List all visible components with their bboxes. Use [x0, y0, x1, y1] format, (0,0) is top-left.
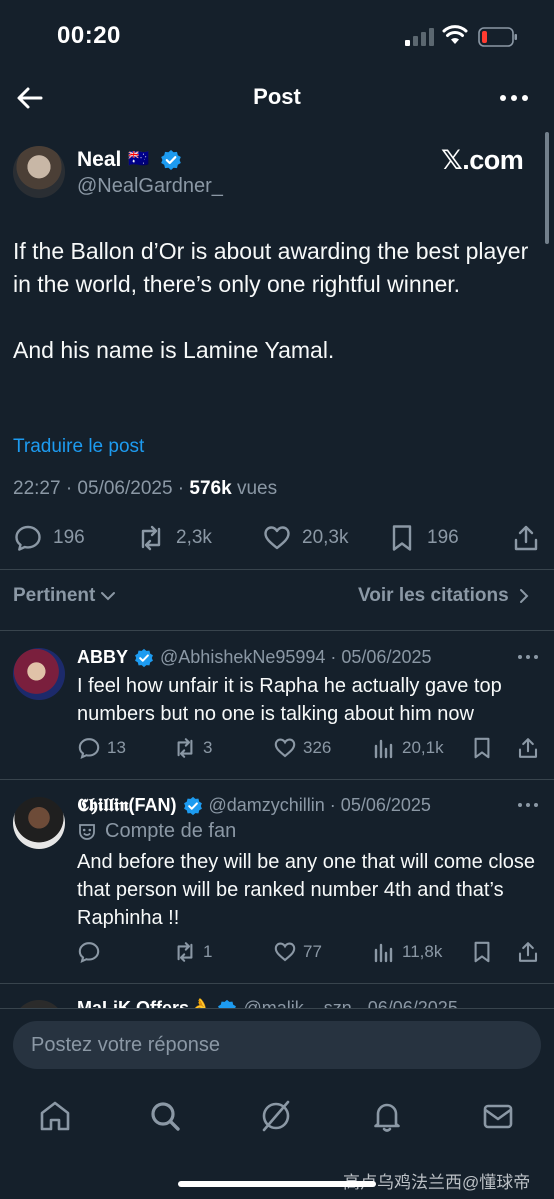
grok-icon[interactable]	[258, 1098, 294, 1134]
repost-icon	[177, 738, 193, 758]
page-title: Post	[253, 84, 301, 109]
views-action[interactable]: 11,8k	[372, 940, 442, 964]
translate-post-link[interactable]: Traduire le post	[13, 436, 144, 458]
repost-action[interactable]: 3	[173, 736, 212, 760]
divider	[0, 1008, 554, 1009]
home-icon[interactable]	[37, 1098, 73, 1134]
repost-action[interactable]: 1	[173, 940, 212, 964]
author-avatar[interactable]	[13, 146, 65, 198]
post-timestamp: 22:27 · 05/06/2025 ·	[13, 478, 185, 499]
post-paragraph: If the Ballon d’Or is about awarding the…	[13, 238, 529, 297]
like-action[interactable]: 20,3k	[262, 523, 348, 553]
home-indicator[interactable]	[178, 1181, 376, 1187]
divider	[0, 630, 554, 631]
share-icon[interactable]	[516, 736, 540, 760]
more-options-icon[interactable]	[517, 802, 539, 808]
verified-badge-icon	[161, 150, 181, 170]
view-quotes-link[interactable]: Voir les citations	[358, 585, 531, 607]
author-name[interactable]: Neal	[77, 148, 121, 172]
share-icon[interactable]	[516, 940, 540, 964]
repost-count: 2,3k	[176, 527, 212, 548]
reply-icon	[78, 942, 100, 964]
bookmark-icon	[392, 525, 412, 551]
share-icon	[514, 525, 538, 551]
status-time: 00:20	[57, 22, 121, 49]
like-action[interactable]: 77	[273, 940, 322, 964]
fan-account-label: Compte de fan	[105, 820, 237, 842]
divider	[0, 983, 554, 984]
post-meta: 22:27 · 05/06/2025 · 576k vues	[13, 478, 277, 500]
reply-author-name[interactable]: 𝕮𝖍𝖎𝖑𝖑𝖎𝖓(FAN)	[77, 795, 177, 816]
wifi-icon	[442, 25, 468, 44]
notifications-icon[interactable]	[369, 1098, 405, 1134]
reply-handle-date[interactable]: @AbhishekNe95994 · 05/06/2025	[160, 647, 431, 668]
x-watermark: 𝕏.com	[441, 145, 524, 175]
reply-count: 13	[107, 738, 126, 757]
view-quotes-label: Voir les citations	[358, 585, 509, 606]
reply-action[interactable]: 13	[77, 736, 126, 760]
like-action[interactable]: 326	[273, 736, 331, 760]
chevron-down-icon	[101, 592, 116, 601]
repost-count: 1	[203, 942, 213, 961]
scrollbar[interactable]	[545, 132, 549, 244]
author-handle[interactable]: @NealGardner_	[77, 175, 223, 198]
reply-input[interactable]	[13, 1021, 541, 1069]
repost-icon	[141, 525, 161, 551]
more-options-icon[interactable]	[517, 654, 539, 660]
bookmark-icon[interactable]	[470, 940, 494, 964]
battery-low-icon	[478, 27, 517, 47]
repost-icon	[177, 942, 193, 962]
views-count: 576k	[189, 478, 232, 499]
bookmark-action[interactable]: 196	[387, 523, 459, 553]
verified-badge-icon	[183, 796, 202, 815]
reply-header: 𝕮𝖍𝖎𝖑𝖑𝖎𝖓(FAN) @damzychillin · 05/06/2025	[77, 795, 431, 816]
views-action[interactable]: 20,1k	[372, 736, 444, 760]
like-count: 77	[303, 942, 322, 961]
repost-count: 3	[203, 738, 213, 757]
reply-avatar[interactable]	[13, 797, 65, 849]
reply-author-name[interactable]: ABBY	[77, 647, 128, 668]
reply-avatar[interactable]	[13, 648, 65, 700]
reply-header: ABBY @AbhishekNe95994 · 05/06/2025	[77, 647, 431, 668]
analytics-icon	[374, 739, 393, 759]
reply-text: And before they will be any one that wil…	[77, 851, 536, 929]
views-label: vues	[236, 478, 278, 499]
reply-icon	[15, 525, 41, 551]
like-count: 20,3k	[302, 527, 349, 548]
like-count: 326	[303, 738, 332, 757]
reply-count: 196	[53, 527, 85, 548]
repost-action[interactable]: 2,3k	[136, 523, 212, 553]
post-paragraph: And his name is Lamine Yamal.	[13, 337, 335, 363]
more-options-icon[interactable]	[498, 88, 530, 108]
views-count: 20,1k	[402, 738, 444, 757]
theater-mask-icon	[79, 823, 95, 840]
bookmark-icon[interactable]	[470, 736, 494, 760]
reply-action[interactable]: 196	[13, 523, 85, 553]
share-action[interactable]	[511, 523, 541, 553]
views-count: 11,8k	[402, 942, 443, 961]
reply-handle-date[interactable]: @damzychillin · 05/06/2025	[209, 795, 431, 816]
post-text: If the Ballon d’Or is about awarding the…	[13, 235, 533, 400]
divider	[0, 779, 554, 780]
fan-account-badge: Compte de fan	[77, 820, 236, 843]
heart-icon	[274, 942, 296, 962]
sort-label: Pertinent	[13, 585, 96, 606]
search-icon[interactable]	[147, 1098, 183, 1134]
analytics-icon	[374, 943, 393, 963]
reply-icon	[78, 738, 100, 760]
heart-icon	[264, 526, 290, 550]
chevron-right-icon	[519, 589, 529, 603]
divider	[0, 569, 554, 570]
sort-dropdown[interactable]: Pertinent	[13, 585, 117, 607]
author-flag: 🇦🇺	[128, 149, 150, 168]
reply-action[interactable]	[77, 940, 107, 964]
reply-text: I feel how unfair it is Rapha he actuall…	[77, 675, 502, 725]
messages-icon[interactable]	[480, 1098, 516, 1134]
verified-badge-icon	[135, 648, 153, 667]
bookmark-count: 196	[427, 527, 459, 548]
cellular-signal-icon	[405, 28, 434, 46]
heart-icon	[274, 738, 296, 758]
